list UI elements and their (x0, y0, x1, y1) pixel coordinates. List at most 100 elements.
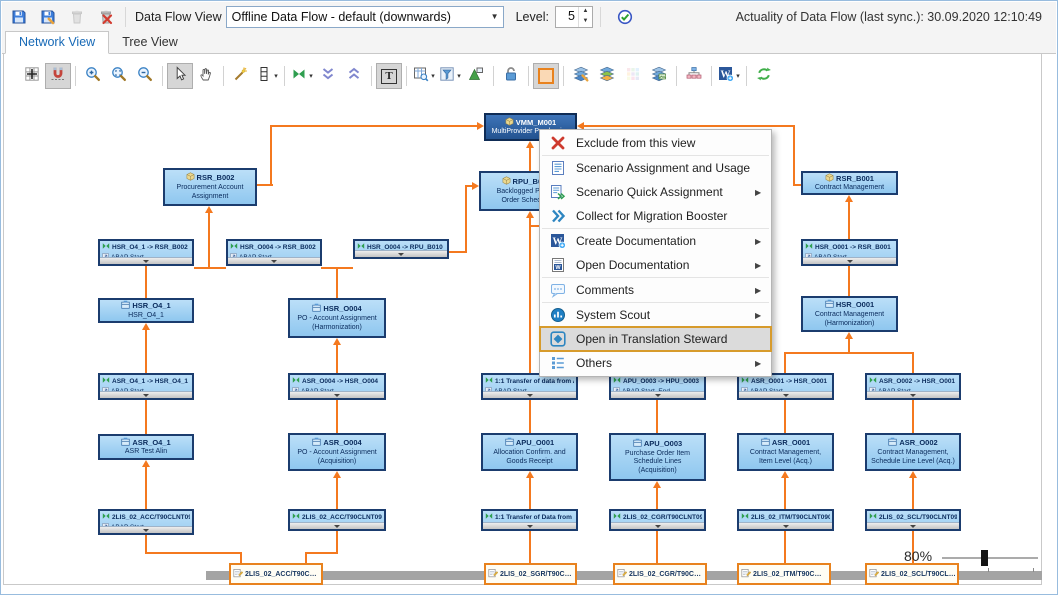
refresh-button[interactable] (751, 63, 777, 89)
expand-strip[interactable] (290, 391, 384, 398)
datasource-ds-sgr[interactable]: 2LIS_02_SGR/T90C… (484, 563, 577, 585)
expand-strip[interactable] (611, 522, 704, 529)
grid-button[interactable] (19, 63, 45, 89)
transformation-tr-hsro004-rsrb002[interactable]: HSR_O004 -> RSR_B002ABAP Start (226, 239, 322, 266)
save-as-icon[interactable] (36, 5, 60, 29)
node-asr-o001[interactable]: ASR_O001Contract Management,Item Level (… (737, 433, 834, 471)
zoom-in-button[interactable] (80, 63, 106, 89)
node-asr-o002[interactable]: ASR_O002Contract Management,Schedule Lin… (865, 433, 961, 471)
transformation-tr-asro004-hsro004[interactable]: ASR_O004 -> HSR_O004ABAP Start (288, 373, 386, 400)
node-rsr-b002[interactable]: RSR_B002Procurement AccountAssignment (163, 168, 257, 206)
filter-scenario-button[interactable] (463, 63, 489, 89)
transformation-tr-asro002-hsro001[interactable]: ASR_O002 -> HSR_O001ABAP Start (865, 373, 961, 400)
text-mode-button[interactable]: T (376, 63, 402, 89)
menu-item-open-in-translation-steward[interactable]: Open in Translation Steward (540, 327, 771, 351)
pan-hand-button[interactable] (193, 63, 219, 89)
transformation-tr-hsro41-rsrb002[interactable]: HSR_O4_1 -> RSR_B002ABAP Start (98, 239, 194, 266)
zoom-slider-handle[interactable] (981, 550, 988, 566)
stepper-up-icon[interactable]: ▲ (579, 7, 592, 17)
tab-tree-view[interactable]: Tree View (109, 32, 191, 53)
expand-strip[interactable] (100, 391, 192, 398)
highlight-frame-button[interactable] (533, 63, 559, 89)
expand-strip[interactable] (290, 522, 384, 529)
transformation-tr-2lis-itm[interactable]: 2LIS_02_ITM/T90CLNT090 ->… (737, 509, 834, 531)
expand-strip[interactable] (803, 257, 896, 264)
node-asr-o4-1[interactable]: ASR_O4_1ASR Test Alin (98, 434, 194, 460)
transformation-tr-2lis-cgr[interactable]: 2LIS_02_CGR/T90CLNT090 ->… (609, 509, 706, 531)
transformation-tr-asro001-hsro001[interactable]: ASR_O001 -> HSR_O001ABAP Start (737, 373, 834, 400)
datasource-ds-cgr[interactable]: 2LIS_02_CGR/T90C… (613, 563, 707, 585)
tab-network-view[interactable]: Network View (5, 31, 109, 54)
chevron-down-icon[interactable]: ▾ (457, 72, 461, 80)
transformation-tr-hsro004-rpub010[interactable]: HSR_O004 -> RPU_B010 (353, 239, 449, 259)
menu-item-open-documentation[interactable]: WOpen Documentation▶ (540, 253, 771, 277)
menu-item-system-scout[interactable]: System Scout▶ (540, 303, 771, 327)
chevron-down-icon[interactable]: ▾ (309, 72, 313, 80)
zoom-slider-track[interactable] (942, 557, 1038, 559)
layers-edit-button[interactable] (568, 63, 594, 89)
expand-strip[interactable] (739, 522, 832, 529)
chevron-down-icon[interactable]: ▼ (487, 12, 503, 21)
chevron-down-icon[interactable]: ▾ (736, 72, 740, 80)
color-grid-button[interactable] (620, 63, 646, 89)
expand-strip[interactable] (100, 526, 192, 533)
lock-button[interactable] (498, 63, 524, 89)
expand-strip[interactable] (483, 522, 576, 529)
menu-item-collect-for-migration-booster[interactable]: Collect for Migration Booster (540, 204, 771, 228)
word-export-button[interactable]: W▾ (716, 63, 742, 89)
filter-button[interactable]: ▾ (437, 63, 463, 89)
filmstrip-button[interactable]: ▾ (254, 63, 280, 89)
menu-item-scenario-quick-assignment[interactable]: Scenario Quick Assignment▶ (540, 180, 771, 204)
datasource-ds-acc[interactable]: 2LIS_02_ACC/T90C… (229, 563, 323, 585)
actuality-check-icon[interactable] (613, 5, 637, 29)
chevron-down-icon[interactable]: ▾ (431, 72, 435, 80)
transformation-tr-asro41-hsro41[interactable]: ASR_O4_1 -> HSR_O4_1ABAP Start (98, 373, 194, 400)
expand-strip[interactable] (100, 257, 192, 264)
transformation-tr-11-2lis[interactable]: 1:1 Transfer of Data from 2LIS… (481, 509, 578, 531)
stepper-down-icon[interactable]: ▼ (579, 17, 592, 27)
expand-strip[interactable] (867, 522, 959, 529)
node-hsr-o001[interactable]: HSR_O001Contract Management(Harmonizatio… (801, 296, 898, 332)
node-hsr-o4-1[interactable]: HSR_O4_1HSR_O4_1 (98, 298, 194, 323)
transformation-tr-2lis-acc-1[interactable]: 2LIS_02_ACC/T90CLNT090 ->…ABAP Start (98, 509, 194, 535)
level-stepper[interactable]: 5 ▲▼ (555, 6, 593, 28)
hierarchy-button[interactable] (681, 63, 707, 89)
menu-item-create-documentation[interactable]: WCreate Documentation▶ (540, 229, 771, 253)
menu-item-others[interactable]: Others▶ (540, 351, 771, 375)
chevron-down-icon[interactable]: ▾ (274, 72, 278, 80)
node-rsr-b001[interactable]: RSR_B001Contract Management (801, 171, 898, 195)
zoom-fit-button[interactable] (106, 63, 132, 89)
zoom-out-button[interactable] (132, 63, 158, 89)
magic-wand-button[interactable] (228, 63, 254, 89)
node-apu-o003[interactable]: APU_O003Purchase Order ItemSchedule Line… (609, 433, 706, 481)
transformation-tr-hsro001-rsrb001[interactable]: HSR_O001 -> RSR_B001ABAP Start (801, 239, 898, 266)
expand-strip[interactable] (483, 391, 576, 398)
menu-item-comments[interactable]: Comments▶ (540, 278, 771, 302)
node-hsr-o004[interactable]: HSR_O004PO - Account Assignment(Harmoniz… (288, 298, 386, 338)
table-search-button[interactable]: ▾ (411, 63, 437, 89)
select-cursor-button[interactable] (167, 63, 193, 89)
collapse-all-button[interactable] (315, 63, 341, 89)
merge-bowtie-button[interactable]: ▾ (289, 63, 315, 89)
expand-strip[interactable] (228, 257, 320, 264)
node-asr-o004[interactable]: ASR_O004PO - Account Assignment(Acquisit… (288, 433, 386, 471)
expand-strip[interactable] (739, 391, 832, 398)
expand-strip[interactable] (355, 250, 447, 257)
expand-all-button[interactable] (341, 63, 367, 89)
save-icon[interactable] (7, 5, 31, 29)
data-flow-view-select[interactable]: Offline Data Flow - default (downwards) … (226, 6, 504, 28)
node-apu-o001[interactable]: APU_O001Allocation Confirm. andGoods Rec… (481, 433, 578, 471)
transformation-tr-apuo003-hpuo003[interactable]: APU_O003 -> HPU_O003ABAP Start, End (609, 373, 706, 400)
expand-strip[interactable] (867, 391, 959, 398)
transformation-tr-11-apu[interactable]: 1:1 Transfer of data from APU…ABAP Start (481, 373, 578, 400)
datasource-ds-itm[interactable]: 2LIS_02_ITM/T90C… (737, 563, 831, 585)
menu-item-scenario-assignment-and-usage[interactable]: Scenario Assignment and Usage (540, 156, 771, 180)
layers-color-button[interactable] (594, 63, 620, 89)
snap-magnet-button[interactable] (45, 63, 71, 89)
layers-image-button[interactable] (646, 63, 672, 89)
transformation-tr-2lis-acc-2[interactable]: 2LIS_02_ACC/T90CLNT090 ->… (288, 509, 386, 531)
transformation-tr-2lis-scl[interactable]: 2LIS_02_SCL/T90CLNT090 ->… (865, 509, 961, 531)
menu-item-exclude-from-this-view[interactable]: Exclude from this view (540, 131, 771, 155)
expand-strip[interactable] (611, 391, 704, 398)
remove-view-icon[interactable] (94, 5, 118, 29)
